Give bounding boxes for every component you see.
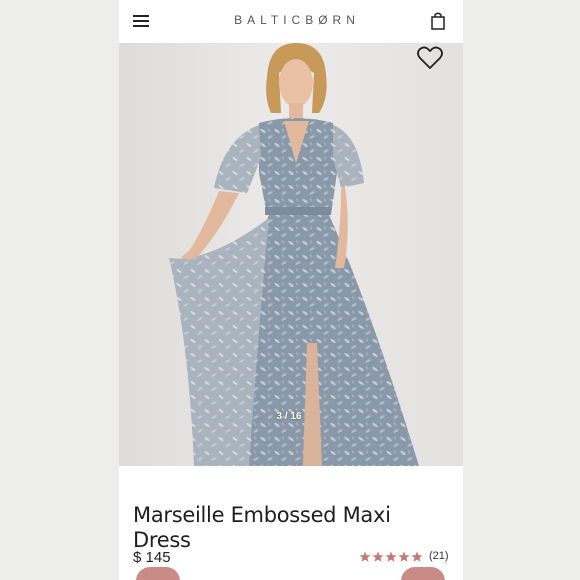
wishlist-heart-icon[interactable]: [416, 45, 444, 71]
review-count[interactable]: (21): [429, 550, 449, 562]
product-title: Marseille Embossed Maxi Dress: [133, 503, 391, 553]
brand-logo[interactable]: BALTICBØRN: [119, 13, 463, 27]
shopping-bag-icon[interactable]: [427, 10, 449, 32]
action-button-right[interactable]: [401, 567, 445, 580]
product-price: $ 145: [133, 549, 171, 566]
product-image-gallery[interactable]: 3 / 16: [119, 43, 463, 466]
site-header: BALTICBØRN: [119, 0, 463, 43]
action-button-left[interactable]: [136, 567, 180, 580]
star-rating-icon: [359, 551, 423, 562]
mobile-product-page: BALTICBØRN 3 / 16 Marseille Embossed Max…: [119, 0, 463, 580]
product-photo: [119, 43, 463, 466]
image-counter: 3 / 16: [276, 411, 302, 422]
